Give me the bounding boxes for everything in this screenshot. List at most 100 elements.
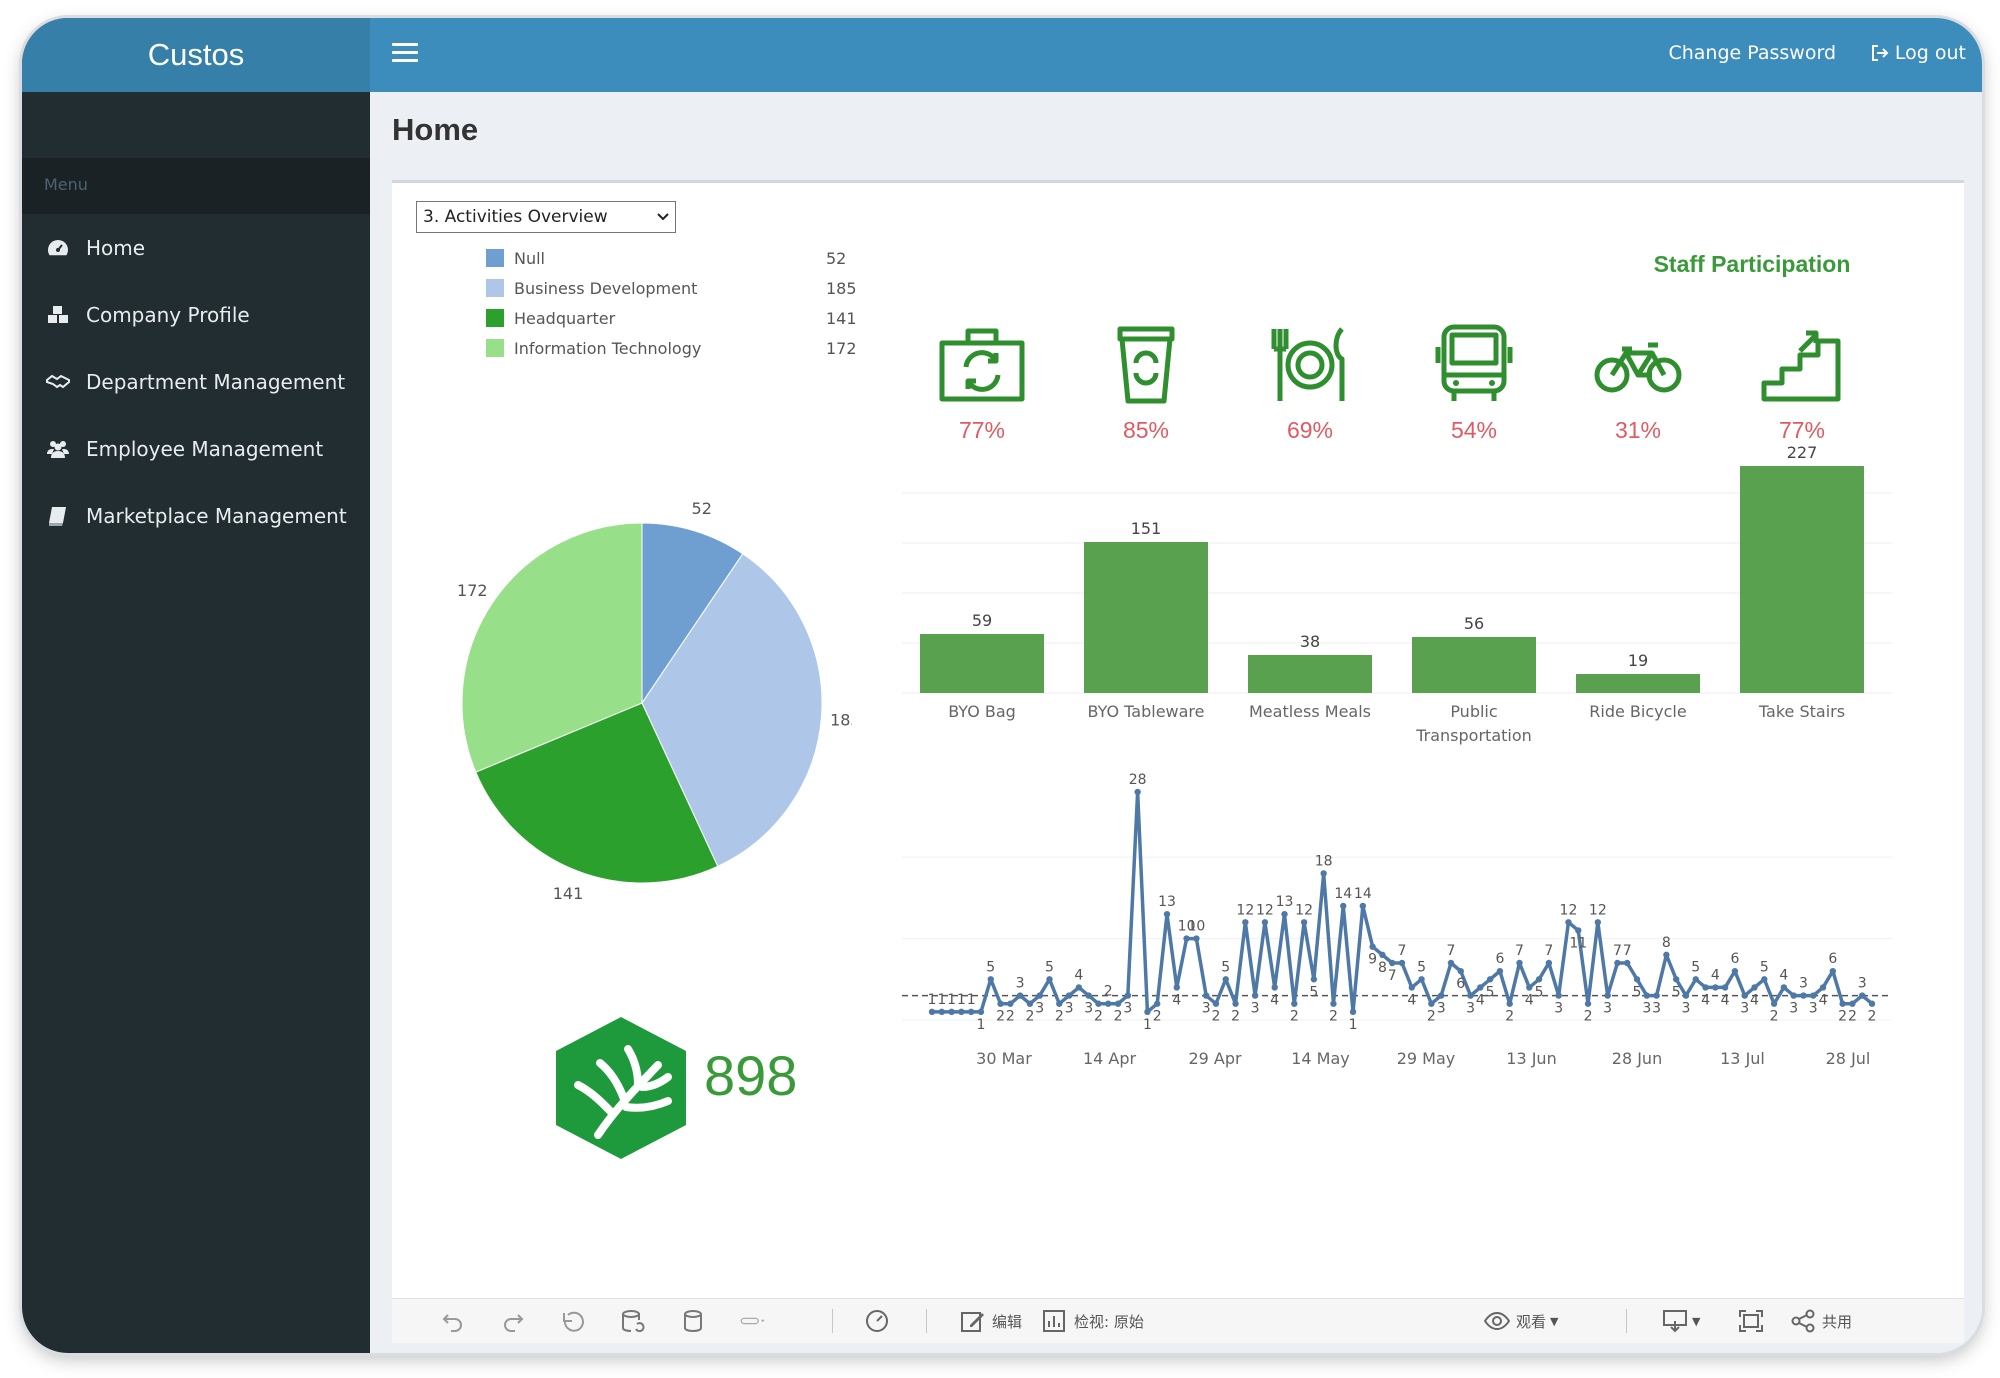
data-point[interactable] — [1212, 1000, 1220, 1007]
undo-button[interactable] — [440, 1307, 466, 1335]
data-point[interactable] — [1633, 976, 1641, 983]
performance-button[interactable] — [864, 1307, 890, 1335]
data-point[interactable] — [1183, 935, 1190, 942]
data-point[interactable] — [1575, 927, 1582, 934]
refresh-data-button[interactable] — [620, 1307, 646, 1335]
data-point[interactable] — [997, 1000, 1004, 1007]
data-point[interactable] — [1565, 919, 1572, 926]
sidebar-item-home[interactable]: Home — [22, 214, 370, 281]
share-button[interactable]: 共用 — [1790, 1307, 1852, 1335]
data-point[interactable] — [1761, 976, 1768, 983]
data-point[interactable] — [1790, 992, 1797, 999]
sidebar-item-employee-management[interactable]: Employee Management — [22, 415, 370, 482]
data-point[interactable] — [1398, 959, 1406, 967]
data-point[interactable] — [1535, 976, 1543, 983]
data-point[interactable] — [987, 976, 994, 983]
bar[interactable] — [920, 634, 1044, 693]
data-point[interactable] — [1202, 992, 1210, 999]
data-point[interactable] — [1281, 910, 1288, 918]
data-point[interactable] — [1016, 992, 1024, 999]
data-point[interactable] — [1457, 967, 1464, 975]
data-point[interactable] — [938, 1008, 945, 1016]
download-button[interactable]: ▼ — [1662, 1307, 1700, 1335]
data-point[interactable] — [1046, 976, 1053, 983]
data-point[interactable] — [1545, 959, 1553, 967]
data-point[interactable] — [1780, 984, 1788, 991]
data-point[interactable] — [1232, 1000, 1239, 1007]
data-point[interactable] — [1859, 992, 1866, 999]
data-point[interactable] — [1849, 1000, 1856, 1007]
data-point[interactable] — [1428, 1000, 1435, 1007]
legend-item[interactable]: Null 52 — [486, 243, 846, 273]
data-point[interactable] — [1340, 902, 1347, 910]
data-point[interactable] — [1614, 959, 1621, 967]
bar[interactable] — [1084, 542, 1208, 693]
data-point[interactable] — [1026, 1000, 1034, 1007]
data-point[interactable] — [1516, 959, 1523, 967]
data-point[interactable] — [1056, 1000, 1063, 1007]
data-point[interactable] — [1075, 984, 1083, 991]
fullscreen-button[interactable] — [1738, 1307, 1764, 1335]
data-point[interactable] — [1584, 1000, 1592, 1007]
data-point[interactable] — [1447, 959, 1455, 967]
data-point[interactable] — [1085, 992, 1092, 999]
data-point[interactable] — [1770, 1000, 1778, 1007]
data-point[interactable] — [1663, 951, 1670, 959]
present-button[interactable] — [740, 1307, 766, 1335]
data-point[interactable] — [1271, 984, 1278, 991]
data-point[interactable] — [1144, 1008, 1151, 1016]
data-point[interactable] — [1320, 870, 1327, 877]
data-point[interactable] — [1467, 992, 1474, 999]
sidebar-item-marketplace-management[interactable]: Marketplace Management — [22, 482, 370, 549]
data-point[interactable] — [1604, 992, 1611, 999]
data-point[interactable] — [1007, 1000, 1014, 1007]
data-point[interactable] — [1163, 910, 1171, 918]
brand-logo[interactable]: Custos — [22, 18, 370, 92]
data-point[interactable] — [1496, 967, 1504, 975]
data-point[interactable] — [1692, 976, 1699, 983]
data-point[interactable] — [1437, 992, 1445, 999]
data-point[interactable] — [1526, 984, 1533, 991]
data-point[interactable] — [1712, 984, 1719, 991]
data-point[interactable] — [1369, 943, 1376, 950]
data-point[interactable] — [1105, 1000, 1112, 1007]
data-point[interactable] — [1653, 992, 1660, 999]
data-point[interactable] — [1751, 984, 1758, 991]
revert-button[interactable] — [560, 1307, 586, 1335]
data-point[interactable] — [1800, 992, 1807, 999]
legend-item[interactable]: Information Technology 172 — [486, 333, 857, 363]
logout-link[interactable]: Log out — [1870, 42, 1966, 64]
data-point[interactable] — [1114, 1000, 1122, 1007]
data-point[interactable] — [1555, 992, 1562, 999]
data-point[interactable] — [1672, 976, 1680, 983]
sidebar-item-company-profile[interactable]: Company Profile — [22, 281, 370, 348]
data-point[interactable] — [1173, 984, 1180, 991]
bar[interactable] — [1576, 674, 1700, 693]
data-point[interactable] — [1330, 1000, 1337, 1007]
data-point[interactable] — [1731, 967, 1739, 975]
redo-button[interactable] — [500, 1307, 526, 1335]
data-point[interactable] — [948, 1008, 955, 1016]
data-point[interactable] — [1222, 976, 1229, 983]
data-point[interactable] — [1154, 1000, 1161, 1007]
legend-item[interactable]: Headquarter 141 — [486, 303, 857, 333]
data-point[interactable] — [1349, 1008, 1357, 1016]
data-point[interactable] — [1868, 1000, 1876, 1007]
data-point[interactable] — [1682, 992, 1690, 999]
data-point[interactable] — [1594, 919, 1602, 926]
data-point[interactable] — [1839, 1000, 1846, 1007]
pause-updates-button[interactable] — [680, 1307, 706, 1335]
edit-button[interactable]: 编辑 — [960, 1307, 1022, 1335]
data-point[interactable] — [967, 1008, 975, 1016]
data-point[interactable] — [1721, 984, 1729, 991]
menu-toggle-icon[interactable] — [392, 38, 418, 68]
data-point[interactable] — [1408, 984, 1415, 991]
data-point[interactable] — [1065, 992, 1073, 999]
data-point[interactable] — [977, 1008, 985, 1016]
data-point[interactable] — [1359, 902, 1367, 910]
view-original-button[interactable]: 检视: 原始 — [1042, 1307, 1144, 1335]
data-point[interactable] — [1251, 992, 1259, 999]
data-point[interactable] — [1643, 992, 1650, 999]
dashboard-select[interactable]: 3. Activities Overview — [416, 201, 676, 233]
data-point[interactable] — [1193, 935, 1200, 942]
